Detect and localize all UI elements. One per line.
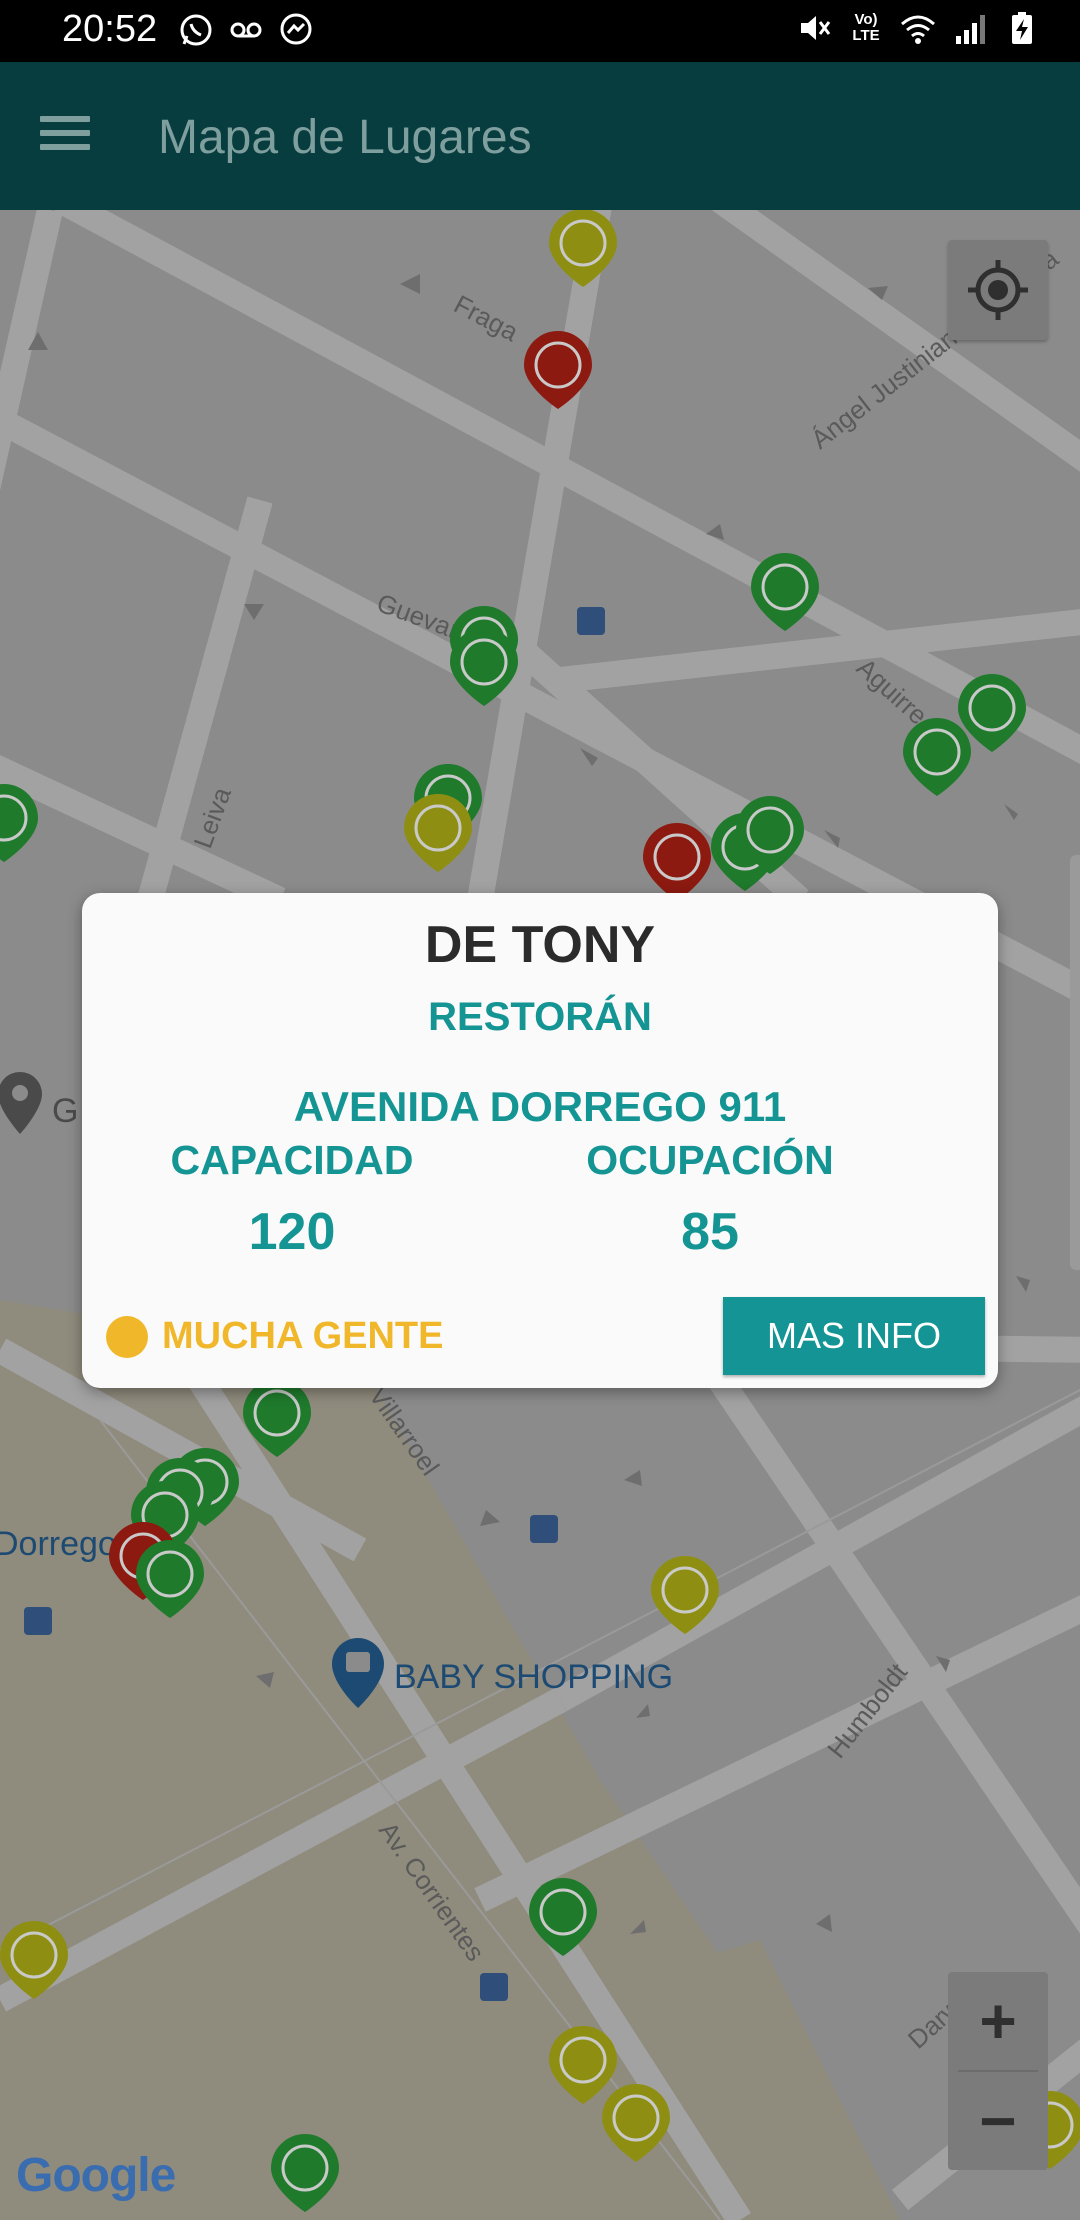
voicemail-icon: [230, 22, 262, 38]
battery-charging-icon: [1012, 12, 1032, 44]
crowd-status: MUCHA GENTE: [106, 1315, 443, 1358]
status-bar: 20:52 Vo) LTE: [0, 0, 1080, 62]
crosshair-icon: [968, 260, 1028, 320]
google-attribution-logo: Google: [16, 2148, 176, 2203]
place-marker-icon[interactable]: [549, 2026, 617, 2104]
my-location-button[interactable]: [948, 240, 1048, 340]
place-marker-icon[interactable]: [643, 823, 711, 901]
place-marker-icon[interactable]: [523, 330, 592, 409]
zoom-in-button[interactable]: +: [948, 1972, 1048, 2070]
more-info-button[interactable]: MAS INFO: [723, 1297, 985, 1375]
place-marker-icon[interactable]: [549, 210, 617, 287]
volte-icon: Vo) LTE: [852, 11, 880, 44]
place-marker-icon[interactable]: [0, 1921, 68, 1999]
app-title: Mapa de Lugares: [158, 111, 532, 164]
status-time: 20:52: [62, 8, 158, 50]
occupancy-value: 85: [681, 1203, 739, 1261]
signal-icon: [956, 15, 985, 44]
place-marker-icon[interactable]: [529, 1878, 597, 1956]
capacity-label: CAPACIDAD: [170, 1137, 414, 1183]
whatsapp-icon: [180, 14, 212, 46]
messenger-icon: [280, 13, 312, 45]
place-name: DE TONY: [424, 916, 656, 974]
occupancy-block: OCUPACIÓN 85: [540, 1137, 880, 1262]
place-address: AVENIDA DORREGO 911: [293, 1083, 787, 1130]
place-marker-icon[interactable]: [242, 1378, 312, 1457]
place-marker-icon[interactable]: [651, 1556, 719, 1634]
place-marker-icon[interactable]: [271, 2134, 339, 2212]
place-marker-icon[interactable]: [903, 718, 971, 796]
place-marker-icon[interactable]: [0, 784, 38, 862]
place-marker-icon[interactable]: [404, 794, 472, 872]
place-marker-icon[interactable]: [136, 1540, 204, 1618]
zoom-out-button[interactable]: −: [948, 2072, 1048, 2170]
zoom-in-label: +: [979, 1985, 1017, 2057]
google-attribution-text: Google: [16, 2149, 176, 2202]
crowd-status-label: MUCHA GENTE: [162, 1315, 444, 1357]
app-bar: Mapa de Lugares: [0, 62, 1080, 210]
occupancy-label: OCUPACIÓN: [586, 1137, 834, 1183]
zoom-out-label: −: [979, 2085, 1017, 2157]
crowd-status-dot-icon: [106, 1315, 148, 1358]
zoom-controls: + −: [948, 1972, 1048, 2170]
place-type: RESTORÁN: [428, 995, 652, 1039]
mute-icon: [801, 16, 831, 40]
hamburger-menu-icon[interactable]: [40, 108, 100, 164]
map-edge-scroll: [1070, 855, 1080, 1270]
capacity-block: CAPACIDAD 120: [122, 1137, 462, 1262]
place-marker-icon[interactable]: [450, 628, 518, 706]
place-info-dialog: DE TONY RESTORÁN AVENIDA DORREGO 911 CAP…: [82, 893, 998, 1388]
capacity-value: 120: [248, 1203, 336, 1261]
place-marker-icon[interactable]: [751, 553, 819, 631]
place-marker-icon[interactable]: [602, 2084, 670, 2162]
wifi-icon: [901, 15, 935, 44]
